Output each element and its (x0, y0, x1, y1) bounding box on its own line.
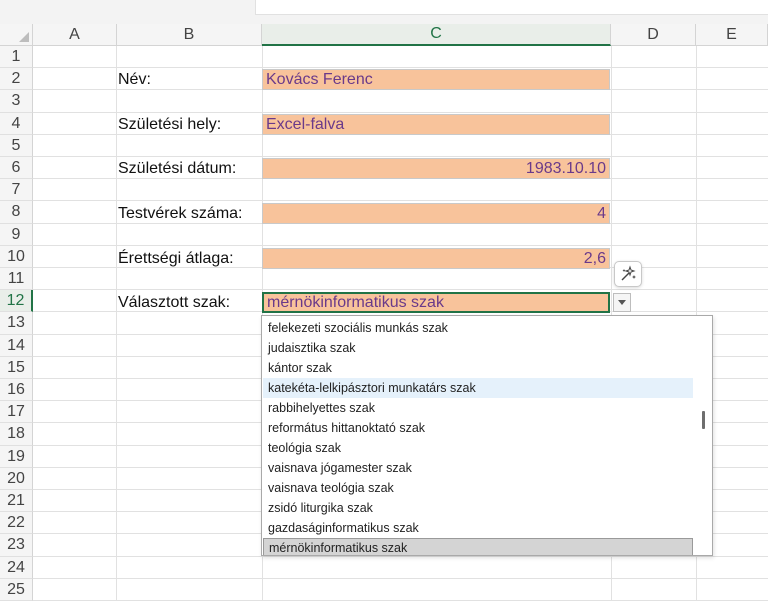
dropdown-option[interactable]: gazdaságinformatikus szak (263, 518, 693, 538)
row-header[interactable]: 11 (0, 268, 33, 290)
dropdown-option[interactable]: judaisztika szak (263, 338, 693, 358)
column-header-a[interactable]: A (33, 24, 117, 46)
birthdate-cell[interactable]: 1983.10.10 (262, 158, 610, 179)
dropdown-option[interactable]: felekezeti szociális munkás szak (263, 318, 693, 338)
select-all-corner[interactable] (0, 24, 33, 46)
row-header[interactable]: 3 (0, 90, 33, 113)
dropdown-option[interactable]: vaisnava jógamester szak (263, 458, 693, 478)
row-header[interactable]: 14 (0, 335, 33, 357)
column-header-d[interactable]: D (611, 24, 696, 46)
quick-analysis-button[interactable] (614, 261, 642, 287)
row-header[interactable]: 12 (0, 290, 33, 312)
column-header-b[interactable]: B (117, 24, 262, 46)
dropdown-option[interactable]: zsidó liturgika szak (263, 498, 693, 518)
dropdown-option[interactable]: katekéta-lelkipásztori munkatárs szak (263, 378, 693, 398)
siblings-cell[interactable]: 4 (262, 203, 610, 224)
row-header[interactable]: 4 (0, 113, 33, 135)
row-header[interactable]: 23 (0, 534, 33, 557)
dropdown-option[interactable]: teológia szak (263, 438, 693, 458)
row-header[interactable]: 16 (0, 379, 33, 401)
name-label: Név: (118, 71, 151, 88)
row-header[interactable]: 1 (0, 46, 33, 68)
dropdown-option[interactable]: kántor szak (263, 358, 693, 378)
birthdate-label: Születési dátum: (118, 160, 237, 177)
row-header[interactable]: 18 (0, 423, 33, 446)
scrollbar-thumb[interactable] (702, 411, 705, 429)
birthplace-label: Születési hely: (118, 116, 222, 133)
row-header[interactable]: 15 (0, 357, 33, 379)
row-header[interactable]: 25 (0, 579, 33, 601)
row-header[interactable]: 20 (0, 468, 33, 490)
chevron-down-icon (618, 300, 626, 305)
row-header[interactable]: 22 (0, 512, 33, 534)
formula-bar-area (0, 0, 768, 24)
dropdown-option[interactable]: mérnökinformatikus szak (263, 538, 693, 555)
row-header[interactable]: 17 (0, 401, 33, 423)
dropdown-scrollbar[interactable] (694, 316, 712, 555)
row-header[interactable]: 6 (0, 157, 33, 179)
row-header[interactable]: 9 (0, 224, 33, 246)
major-cell[interactable]: mérnökinformatikus szak (262, 292, 610, 313)
row-header[interactable]: 10 (0, 246, 33, 268)
row-header[interactable]: 7 (0, 179, 33, 201)
siblings-label: Testvérek száma: (118, 205, 243, 222)
row-header[interactable]: 8 (0, 201, 33, 224)
dropdown-option[interactable]: református hittanoktató szak (263, 418, 693, 438)
validation-dropdown-list[interactable]: felekezeti szociális munkás szak judaiszt… (261, 315, 713, 556)
birthplace-cell[interactable]: Excel-falva (262, 114, 610, 135)
gpa-cell[interactable]: 2,6 (262, 248, 610, 269)
row-header[interactable]: 19 (0, 446, 33, 468)
sparkle-icon (621, 265, 636, 281)
row-header[interactable]: 13 (0, 312, 33, 335)
row-header[interactable]: 2 (0, 68, 33, 90)
dropdown-option[interactable]: vaisnava teológia szak (263, 478, 693, 498)
column-header-c[interactable]: C (262, 24, 611, 46)
column-header-e[interactable]: E (696, 24, 768, 46)
row-header[interactable]: 21 (0, 490, 33, 512)
gpa-label: Érettségi átlaga: (118, 250, 234, 267)
formula-input[interactable] (255, 0, 768, 15)
row-header[interactable]: 5 (0, 135, 33, 157)
validation-dropdown-button[interactable] (613, 293, 631, 312)
row-header[interactable]: 24 (0, 557, 33, 579)
dropdown-option[interactable]: rabbihelyettes szak (263, 398, 693, 418)
name-cell[interactable]: Kovács Ferenc (262, 69, 610, 90)
major-label: Választott szak: (118, 294, 231, 311)
